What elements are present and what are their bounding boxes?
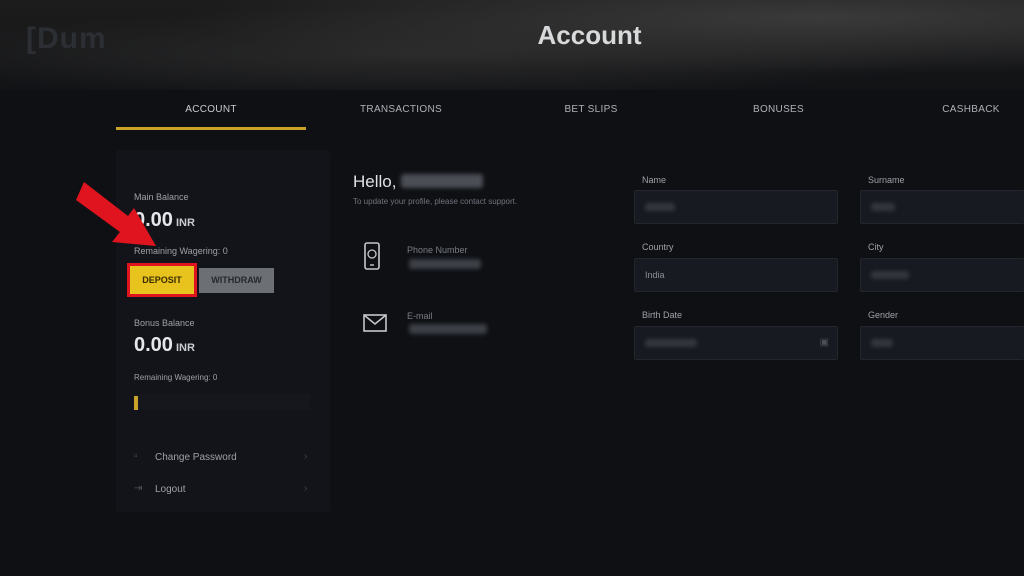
birth-date-label: Birth Date (642, 310, 683, 320)
surname-label: Surname (868, 175, 905, 185)
main-balance-currency: INR (175, 217, 195, 229)
tab-account[interactable]: ACCOUNT (116, 90, 306, 130)
tab-bonuses[interactable]: BONUSES (686, 90, 871, 130)
red-arrow-icon (76, 182, 156, 246)
name-field[interactable] (634, 190, 838, 224)
greeting: Hello, (353, 172, 484, 192)
birth-date-redacted (645, 339, 697, 347)
deposit-button[interactable]: DEPOSIT (127, 263, 197, 297)
country-field[interactable]: India (634, 258, 838, 292)
lock-icon: ▫ (134, 451, 138, 462)
tab-cashback[interactable]: CASHBACK (871, 90, 1024, 130)
header-banner: [Dum Account (0, 0, 1024, 90)
name-label: Name (642, 175, 667, 185)
change-password-label: Change Password (155, 452, 237, 463)
username-redacted (401, 174, 484, 188)
surname-field[interactable] (860, 190, 1024, 224)
gender-value-redacted (871, 339, 893, 347)
account-tabs: ACCOUNT TRANSACTIONS BET SLIPS BONUSES C… (116, 90, 1024, 132)
gender-field[interactable] (860, 326, 1024, 360)
bonus-remaining-wagering: Remaining Wagering: 0 (134, 373, 218, 382)
wagering-progress-fill (134, 396, 138, 410)
city-field[interactable] (860, 258, 1024, 292)
wagering-progress-bar (134, 394, 310, 410)
chevron-right-icon: › (304, 483, 308, 494)
calendar-icon[interactable]: ▣ (820, 327, 829, 359)
birth-date-field[interactable]: ▣ (634, 326, 838, 360)
email-redacted (409, 324, 487, 334)
country-label: Country (642, 242, 674, 252)
city-value-redacted (871, 271, 909, 279)
gender-label: Gender (868, 310, 899, 320)
support-note: To update your profile, please contact s… (353, 197, 518, 206)
bonus-balance-label: Bonus Balance (134, 318, 195, 328)
email-label: E-mail (407, 311, 433, 321)
name-value-redacted (645, 203, 675, 211)
tab-transactions[interactable]: TRANSACTIONS (306, 90, 496, 130)
phone-icon (364, 242, 380, 270)
bonus-balance-currency: INR (175, 342, 195, 354)
active-tab-indicator (116, 127, 306, 130)
tab-bet-slips[interactable]: BET SLIPS (496, 90, 686, 130)
city-label: City (868, 242, 884, 252)
email-icon (363, 314, 387, 332)
greeting-text: Hello, (353, 172, 397, 191)
phone-number-label: Phone Number (407, 245, 468, 255)
withdraw-button[interactable]: WITHDRAW (199, 268, 274, 293)
logout-label: Logout (155, 484, 186, 495)
page-title: Account (537, 20, 642, 50)
chevron-right-icon: › (304, 451, 308, 462)
logout-icon: ⇥ (134, 483, 143, 494)
phone-number-redacted (409, 259, 481, 269)
bonus-balance-value: 0.00 (134, 334, 173, 356)
surname-value-redacted (871, 203, 895, 211)
bonus-balance-amount: 0.00 INR (134, 334, 195, 357)
